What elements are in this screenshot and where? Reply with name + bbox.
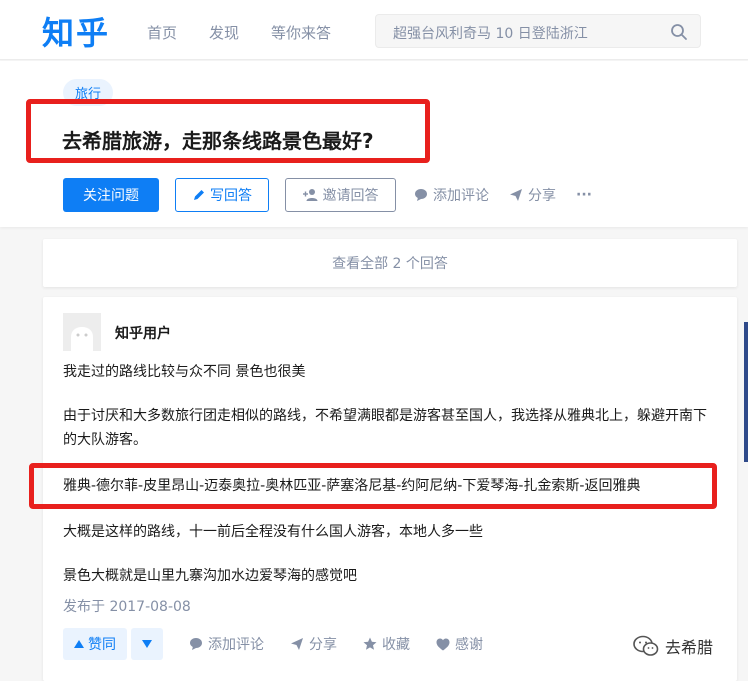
highlight-box-route [29,463,717,509]
search-input[interactable]: 超强台风利奇马 10 日登陆浙江 [375,14,701,48]
zhihu-logo[interactable]: 知乎 [42,8,110,54]
wechat-watermark: 去希腊 [633,634,713,658]
triangle-up-icon [74,640,84,648]
nav-discover[interactable]: 发现 [209,22,239,43]
share-icon [510,189,522,201]
invite-answer-button[interactable]: 邀请回答 [285,178,396,212]
share-link[interactable]: 分享 [509,185,556,205]
wechat-icon [633,635,659,656]
answer-share-link[interactable]: 分享 [290,634,337,654]
watermark-text: 去希腊 [665,638,714,657]
add-comment-label: 添加评论 [433,188,489,204]
answer-comment-link[interactable]: 添加评论 [189,634,264,654]
default-avatar-icon [63,313,101,351]
heart-icon [436,638,450,650]
write-answer-button[interactable]: 写回答 [175,178,269,212]
highlight-box-title [26,99,430,163]
avatar[interactable] [63,313,101,351]
invite-answer-label: 邀请回答 [322,188,379,204]
pencil-icon [194,190,204,200]
follow-question-button[interactable]: 关注问题 [63,178,159,212]
thanks-label: 感谢 [455,637,483,653]
answer-comment-label: 添加评论 [208,637,264,653]
nav-waiting[interactable]: 等你来答 [271,22,331,43]
answer-paragraph-2: 由于讨厌和大多数旅行团走相似的路线，不希望满眼都是游客甚至国人，我选择从雅典北上… [63,408,707,448]
question-header: 旅行 去希腊旅游，走那条线路景色最好? 关注问题 写回答 邀请回答 添加评论 分… [0,61,748,227]
search-placeholder: 超强台风利奇马 10 日登陆浙江 [393,26,588,42]
comment-icon [190,638,202,650]
answer-paragraph-1: 我走过的路线比较与众不同 景色也很美 [63,364,306,380]
share-icon [291,638,303,650]
main-nav: 首页 发现 等你来答 [147,22,331,43]
share-label: 分享 [528,188,556,204]
view-all-answers[interactable]: 查看全部 2 个回答 [43,239,737,287]
upvote-button[interactable]: 赞同 [63,628,127,660]
write-answer-label: 写回答 [210,188,252,204]
answer-actions: 赞同 添加评论 分享 收藏 感谢 [63,627,483,661]
star-icon [363,637,377,650]
upvote-label: 赞同 [88,637,116,653]
answer-paragraph-4: 大概是这样的路线，十一前后全程没有什么国人游客，本地人多一些 [63,524,483,540]
nav-home[interactable]: 首页 [147,22,177,43]
more-menu-button[interactable]: ··· [576,187,592,203]
comment-icon [415,189,427,201]
add-user-icon [302,189,317,201]
scrollbar-thumb[interactable] [744,322,748,462]
question-actions: 关注问题 写回答 邀请回答 添加评论 分享 ··· [63,178,592,212]
thanks-link[interactable]: 感谢 [436,634,483,654]
add-comment-link[interactable]: 添加评论 [414,185,489,205]
collect-label: 收藏 [382,637,410,653]
answer-share-label: 分享 [309,637,337,653]
answer-card: 知乎用户 我走过的路线比较与众不同 景色也很美 由于讨厌和大多数旅行团走相似的路… [29,297,737,681]
publish-date: 发布于 2017-08-08 [63,599,191,615]
search-icon[interactable] [670,23,688,41]
collect-link[interactable]: 收藏 [363,634,410,654]
author-name[interactable]: 知乎用户 [115,323,171,343]
downvote-button[interactable] [131,628,163,660]
top-bar: 知乎 首页 发现 等你来答 超强台风利奇马 10 日登陆浙江 [0,0,748,60]
answer-paragraph-5: 景色大概就是山里九寨沟加水边爱琴海的感觉吧 [63,568,357,584]
triangle-down-icon [142,640,152,648]
